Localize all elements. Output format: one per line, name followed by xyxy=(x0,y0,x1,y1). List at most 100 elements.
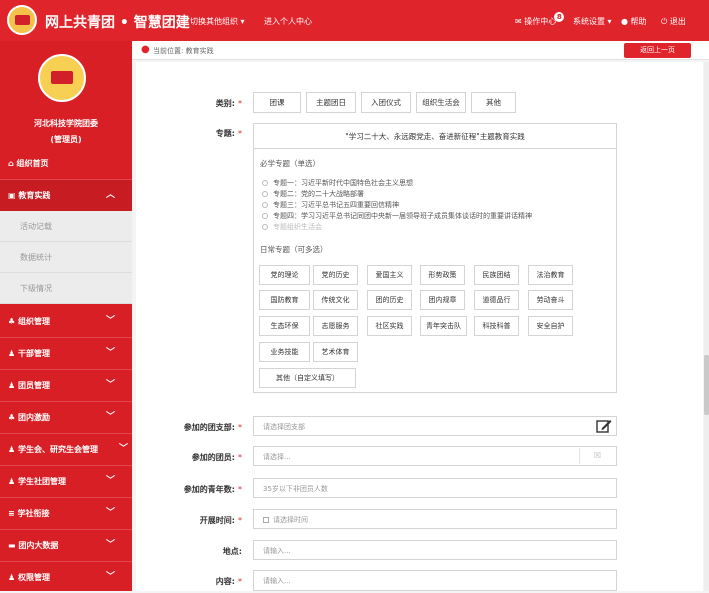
link-icon: ≡ xyxy=(8,509,15,518)
notification-badge: 8 xyxy=(554,12,565,22)
sidebar-item-home[interactable]: ⌂ 组织首页 xyxy=(0,148,132,179)
members-select[interactable]: 请选择... ☒ xyxy=(253,446,617,466)
sidebar-item-school-link[interactable]: ≡ 学社衔接 ﹀ xyxy=(0,498,132,529)
category-team-lesson-button[interactable]: 团课 xyxy=(253,92,301,113)
category-label: 类别: * xyxy=(215,99,242,108)
category-theme-day-button[interactable]: 主题团日 xyxy=(306,92,356,113)
daily-topic-tag[interactable]: 形势政策 xyxy=(420,265,465,285)
daily-topic-tag[interactable]: 爱国主义 xyxy=(367,265,412,285)
custom-topic-tag[interactable]: 其他（自定义填写） xyxy=(259,368,356,388)
required-topic-radio[interactable]: 专题三：习近平总书记五四重要回信精神 xyxy=(262,200,399,210)
league-logo xyxy=(7,5,37,35)
daily-topic-tag[interactable]: 志愿服务 xyxy=(313,316,358,336)
youth-count-input[interactable]: 35岁以下非团员人数 xyxy=(253,478,617,498)
category-other-button[interactable]: 其他 xyxy=(471,92,516,113)
radio-icon xyxy=(262,202,268,208)
topic-label: 专题: * xyxy=(215,129,242,138)
sidebar-item-student-union[interactable]: ♟ 学生会、研究生会管理 ﹀ xyxy=(0,434,132,465)
sidebar-item-permissions[interactable]: ♟ 权限管理 ﹀ xyxy=(0,562,132,593)
sidebar-subitem-activity-record[interactable]: 活动记载 xyxy=(0,211,132,242)
location-pin-icon: ● xyxy=(141,44,150,55)
club-icon: ♟ xyxy=(8,477,16,486)
personal-center-link[interactable]: 进入个人中心 xyxy=(264,16,312,27)
sidebar-item-cadre-management[interactable]: ♟ 干部管理 ﹀ xyxy=(0,338,132,369)
sidebar-subitem-subordinate[interactable]: 下级情况 xyxy=(0,273,132,304)
daily-topic-tag[interactable]: 科技科普 xyxy=(474,316,519,336)
radio-icon xyxy=(262,224,268,230)
time-label: 开展时间: * xyxy=(199,516,242,525)
content-label: 内容: * xyxy=(215,577,242,586)
sidebar-item-education[interactable]: ▣ 教育实践 ︿ xyxy=(0,180,132,211)
category-joining-ceremony-button[interactable]: 入团仪式 xyxy=(361,92,411,113)
sidebar-item-org-management[interactable]: ♣ 组织管理 ﹀ xyxy=(0,306,132,337)
home-icon: ⌂ xyxy=(8,159,14,168)
location-placeholder: 请输入... xyxy=(263,547,291,555)
system-settings-link[interactable]: 系统设置 ▾ xyxy=(573,16,612,27)
required-topic-radio[interactable]: 专题二：党的二十大战略部署 xyxy=(262,189,364,199)
radio-icon xyxy=(262,180,268,186)
daily-topic-tag[interactable]: 业务技能 xyxy=(259,342,310,362)
daily-topic-tag[interactable]: 安全自护 xyxy=(528,316,573,336)
daily-topic-tag[interactable]: 团的历史 xyxy=(367,290,412,310)
sidebar-item-big-data[interactable]: ▬ 团内大数据 ﹀ xyxy=(0,530,132,561)
chevron-down-icon: ﹀ xyxy=(105,508,115,518)
daily-topic-tag[interactable]: 艺术体育 xyxy=(313,342,358,362)
top-header: 网上共青团 • 智慧团建 切换其他组织 ▾ 进入个人中心 ✉ 操作中心8 系统设… xyxy=(0,0,709,41)
members-picker-icon[interactable]: ☒ xyxy=(579,448,615,464)
time-picker[interactable]: 请选择时间 xyxy=(253,509,617,529)
daily-topic-tag[interactable]: 党的理论 xyxy=(259,265,310,285)
chevron-down-icon: ﹀ xyxy=(105,316,115,326)
sidebar-item-member-management[interactable]: ♟ 团员管理 ﹀ xyxy=(0,370,132,401)
daily-topic-tag[interactable]: 传统文化 xyxy=(313,290,358,310)
scrollbar-track[interactable] xyxy=(704,62,709,591)
logout-link[interactable]: ⏻ 退出 xyxy=(661,16,686,27)
chevron-down-icon: ﹀ xyxy=(105,572,115,582)
sidebar-item-club-management[interactable]: ♟ 学生社团管理 ﹀ xyxy=(0,466,132,497)
content-textarea[interactable]: 请输入... xyxy=(253,570,617,591)
chevron-down-icon: ﹀ xyxy=(105,348,115,358)
chevron-down-icon: ﹀ xyxy=(105,380,115,390)
branch-placeholder: 请选择团支部 xyxy=(263,423,305,431)
sidebar-subitem-statistics[interactable]: 数据统计 xyxy=(0,242,132,273)
cadre-icon: ♟ xyxy=(8,349,16,358)
scrollbar-thumb[interactable] xyxy=(704,355,709,415)
sidebar-item-incentive[interactable]: ♣ 团内激励 ﹀ xyxy=(0,402,132,433)
daily-topic-tag[interactable]: 民族团结 xyxy=(474,265,519,285)
daily-topic-tag[interactable]: 团内规章 xyxy=(420,290,465,310)
location-input[interactable]: 请输入... xyxy=(253,540,617,560)
branch-select[interactable]: 请选择团支部 xyxy=(253,416,617,436)
daily-topic-tag[interactable]: 青年突击队 xyxy=(420,316,467,336)
members-label: 参加的团员: * xyxy=(191,453,242,462)
daily-topic-tag[interactable]: 法治教育 xyxy=(528,265,573,285)
required-topic-radio[interactable]: 专题四：学习习近平总书记同团中央新一届领导班子成员集体谈话时的重要讲话精神 xyxy=(262,211,532,221)
daily-topic-tag[interactable]: 道德品行 xyxy=(474,290,519,310)
org-name: 河北科技学院团委 xyxy=(34,119,98,128)
daily-topic-tag[interactable]: 社区实践 xyxy=(367,316,412,336)
daily-topic-tag[interactable]: 党的历史 xyxy=(313,265,358,285)
mail-icon: ✉ xyxy=(515,17,522,26)
chevron-down-icon: ﹀ xyxy=(105,540,115,550)
required-topic-radio[interactable]: 专题一：习近平新时代中国特色社会主义思想 xyxy=(262,178,413,188)
daily-topic-tag[interactable]: 劳动奋斗 xyxy=(528,290,573,310)
category-org-life-button[interactable]: 组织生活会 xyxy=(416,92,466,113)
time-placeholder: 请选择时间 xyxy=(263,515,308,525)
brand-title: 网上共青团 • 智慧团建 xyxy=(45,15,190,31)
daily-topic-tag[interactable]: 生态环保 xyxy=(259,316,310,336)
operation-center-link[interactable]: ✉ 操作中心8 xyxy=(515,12,565,27)
breadcrumb-bar: ● 当前位置: 教育实践 返回上一页 xyxy=(132,41,709,60)
power-icon: ⏻ xyxy=(661,17,668,26)
required-topics-title: 必学专题（单选） xyxy=(260,159,320,168)
daily-topic-tag[interactable]: 国防教育 xyxy=(259,290,310,310)
org-role: (管理员) xyxy=(50,135,82,144)
edit-icon[interactable] xyxy=(596,419,612,433)
incentive-icon: ♣ xyxy=(8,413,16,422)
topic-box: "学习二十大、永远跟党走、奋进新征程"主题教育实践 必学专题（单选） 专题一：习… xyxy=(253,123,617,393)
radio-icon xyxy=(262,191,268,197)
members-placeholder: 请选择... xyxy=(263,453,291,461)
youth-count-label: 参加的青年数: * xyxy=(183,485,242,494)
avatar xyxy=(38,54,86,102)
youth-count-placeholder: 35岁以下非团员人数 xyxy=(263,485,328,493)
switch-org-link[interactable]: 切换其他组织 ▾ xyxy=(190,16,245,27)
back-button[interactable]: 返回上一页 xyxy=(624,43,691,58)
help-link[interactable]: ● 帮助 xyxy=(621,16,647,27)
